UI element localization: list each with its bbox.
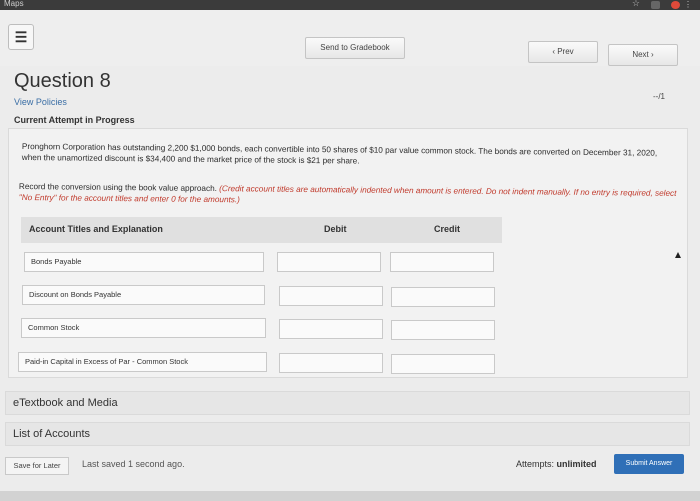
- send-to-gradebook-button[interactable]: Send to Gradebook: [305, 37, 405, 59]
- save-for-later-button[interactable]: Save for Later: [5, 457, 69, 475]
- maps-bookmark[interactable]: Maps: [4, 0, 24, 8]
- extension-icon[interactable]: [651, 1, 660, 9]
- header-debit: Debit: [324, 224, 347, 234]
- credit-input[interactable]: [391, 320, 495, 340]
- submit-answer-button[interactable]: Submit Answer: [614, 454, 684, 474]
- account-title-field[interactable]: Common Stock: [21, 318, 266, 338]
- star-icon[interactable]: ☆: [632, 0, 640, 9]
- etextbook-media-section[interactable]: eTextbook and Media: [5, 391, 690, 415]
- account-title-field[interactable]: Bonds Payable: [24, 252, 264, 272]
- instruction-text: Record the conversion using the book val…: [18, 181, 220, 194]
- question-card: Pronghorn Corporation has outstanding 2,…: [8, 128, 688, 378]
- header-credit: Credit: [434, 224, 461, 234]
- credit-input[interactable]: [391, 354, 495, 374]
- last-saved-status: Last saved 1 second ago.: [82, 459, 185, 469]
- mouse-cursor-icon: [675, 252, 681, 258]
- prev-button[interactable]: ‹ Prev: [528, 41, 598, 63]
- attempts-label: Attempts:: [516, 459, 555, 469]
- list-of-accounts-section[interactable]: List of Accounts: [5, 422, 690, 446]
- credit-input[interactable]: [390, 252, 494, 272]
- hamburger-icon[interactable]: ☰: [8, 24, 34, 50]
- notification-badge-icon[interactable]: [671, 1, 680, 9]
- account-title-field[interactable]: Paid-in Capital in Excess of Par - Commo…: [18, 352, 267, 372]
- problem-text: Pronghorn Corporation has outstanding 2,…: [21, 141, 658, 166]
- debit-input[interactable]: [277, 252, 381, 272]
- attempt-status: Current Attempt in Progress: [14, 115, 135, 125]
- browser-top-bar: Maps ☆ ⋮: [0, 0, 700, 10]
- question-title: Question 8: [14, 70, 111, 92]
- journal-table-header: Account Titles and Explanation Debit Cre…: [21, 217, 502, 243]
- attempts-info: Attempts: unlimited: [516, 459, 597, 469]
- question-score: --/1: [653, 92, 665, 101]
- account-title-field[interactable]: Discount on Bonds Payable: [22, 285, 265, 305]
- credit-input[interactable]: [391, 287, 495, 307]
- next-button[interactable]: Next ›: [608, 44, 678, 66]
- debit-input[interactable]: [279, 319, 383, 339]
- debit-input[interactable]: [279, 353, 383, 373]
- instructions: Record the conversion using the book val…: [19, 181, 679, 210]
- view-policies-link[interactable]: View Policies: [14, 97, 67, 107]
- bottom-divider: [0, 491, 700, 501]
- header-account-titles: Account Titles and Explanation: [29, 224, 163, 234]
- debit-input[interactable]: [279, 286, 383, 306]
- question-header: ☰ Send to Gradebook ‹ Prev Next ›: [0, 10, 700, 66]
- more-vert-icon[interactable]: ⋮: [684, 0, 692, 9]
- attempts-value: unlimited: [556, 459, 597, 469]
- question-main: Question 8 --/1 View Policies Current At…: [0, 66, 700, 501]
